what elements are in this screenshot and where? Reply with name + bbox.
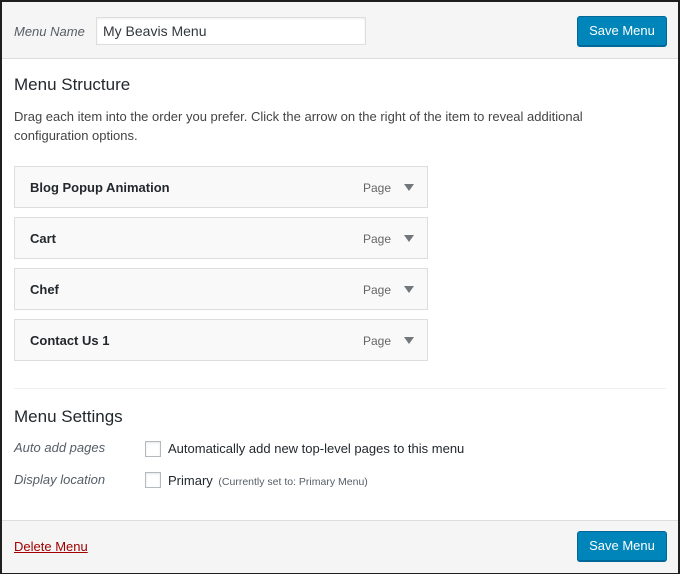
menu-item-type: Page <box>362 181 391 195</box>
menu-name-input[interactable] <box>96 17 366 45</box>
menu-item-title: Blog Popup Animation <box>30 180 170 195</box>
menu-item-title: Contact Us 1 <box>30 333 110 348</box>
delete-menu-link[interactable]: Delete Menu <box>14 539 88 554</box>
auto-add-pages-label: Auto add pages <box>14 440 106 455</box>
menu-item-title: Cart <box>30 231 57 246</box>
menu-item-list: Blog Popup Animation Page Cart Page Chef… <box>14 166 428 370</box>
menu-name-label: Menu Name <box>14 24 85 39</box>
auto-add-pages-text[interactable]: Automatically add new top-level pages to… <box>168 441 464 456</box>
menu-item[interactable]: Contact Us 1 Page <box>14 319 428 361</box>
triangle-down-icon[interactable] <box>397 277 421 301</box>
menu-item[interactable]: Chef Page <box>14 268 428 310</box>
display-location-label: Display location <box>14 472 106 487</box>
primary-location-checkbox[interactable] <box>145 472 161 488</box>
primary-location-text: Primary <box>168 473 213 488</box>
primary-location-note: (Currently set to: Primary Menu) <box>218 476 368 488</box>
primary-location-option[interactable]: Primary (Currently set to: Primary Menu) <box>168 473 368 488</box>
triangle-down-icon[interactable] <box>397 328 421 352</box>
menu-item-type: Page <box>362 232 391 246</box>
menu-editor-frame: Menu Name Save Menu Menu Structure Drag … <box>0 0 680 574</box>
menu-structure-title: Menu Structure <box>14 75 131 94</box>
menu-item-type: Page <box>362 283 391 297</box>
menu-item[interactable]: Cart Page <box>14 217 428 259</box>
auto-add-pages-checkbox[interactable] <box>145 441 161 457</box>
menu-settings-title: Menu Settings <box>14 407 123 426</box>
save-menu-button-bottom[interactable]: Save Menu <box>577 531 667 561</box>
menu-item[interactable]: Blog Popup Animation Page <box>14 166 428 208</box>
section-divider <box>14 388 666 389</box>
menu-item-title: Chef <box>30 282 59 297</box>
menu-item-type: Page <box>362 334 391 348</box>
triangle-down-icon[interactable] <box>397 226 421 250</box>
save-menu-button-top[interactable]: Save Menu <box>577 16 667 46</box>
menu-structure-instructions: Drag each item into the order you prefer… <box>14 109 583 143</box>
triangle-down-icon[interactable] <box>397 175 421 199</box>
